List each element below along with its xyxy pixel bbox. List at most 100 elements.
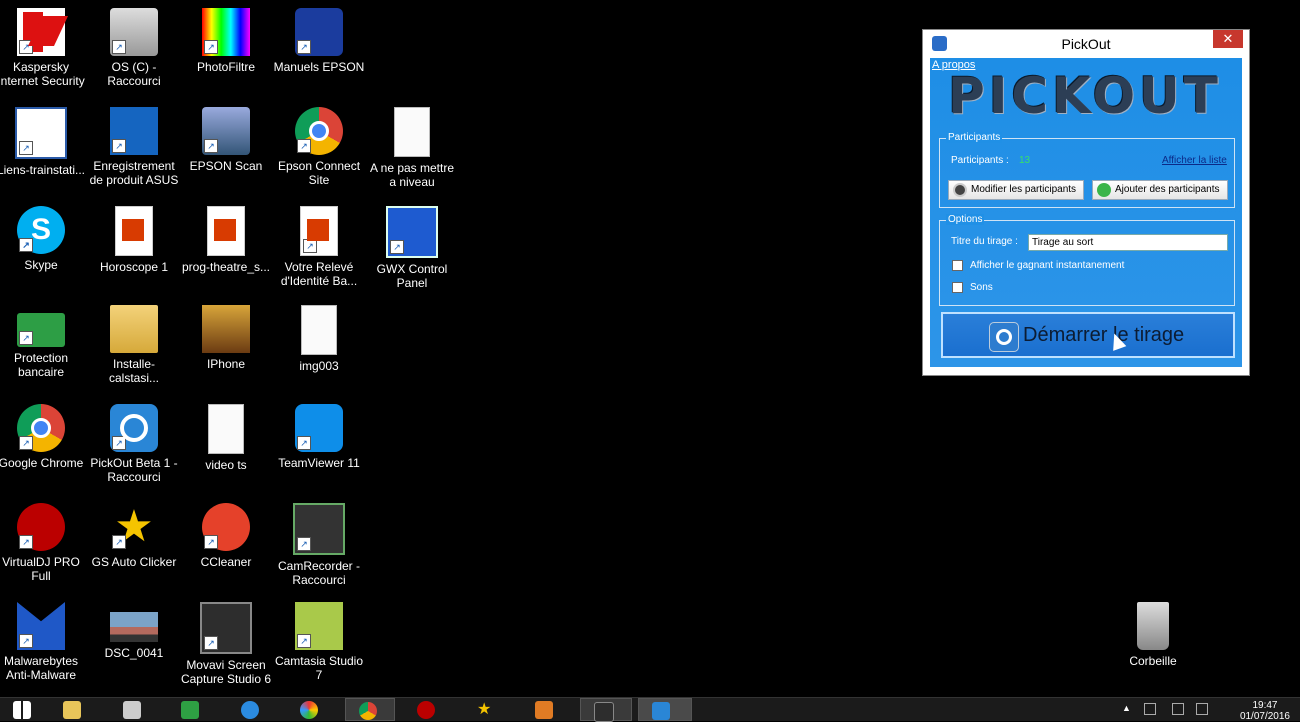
asus-icon: ↗ [110,107,158,155]
desktop-icon-epson-connect[interactable]: ↗ Epson Connect Site [273,107,365,187]
show-winner-label: Afficher le gagnant instantanement [970,260,1125,271]
desktop-icon-camrecorder[interactable]: ↗ CamRecorder - Raccourci [273,503,365,587]
window-titlebar[interactable]: PickOut ✕ [923,30,1249,58]
draw-title-input[interactable] [1028,234,1228,251]
desktop-icon-ccleaner[interactable]: ↗ CCleaner [180,503,272,569]
clock-date: 01/07/2016 [1239,711,1290,722]
desktop-icon-label: img003 [299,359,339,373]
desktop-icon-teamviewer[interactable]: ↗ TeamViewer 11 [273,404,365,470]
media-player-icon [535,701,553,719]
desktop-icon-skype[interactable]: S ↗ Skype [0,206,87,272]
taskbar-pickout[interactable] [638,698,692,721]
show-list-link[interactable]: Afficher la liste [1162,155,1227,166]
desktop-icon-label: CamRecorder - Raccourci [277,559,361,587]
participants-label: Participants : [951,155,1009,166]
chrome-icon: ↗ [17,404,65,452]
start-draw-label: Démarrer le tirage [1023,324,1185,346]
desktop-icon-malwarebytes[interactable]: ↗ Malwarebytes Anti-Malware [0,602,87,682]
image-doc-icon [301,305,337,355]
internet-explorer-icon [241,701,259,719]
pdf-icon [207,206,245,256]
desktop-icon-gwx[interactable]: ↗ GWX Control Panel [366,206,458,290]
participants-group: Participants Participants : 13 Afficher … [939,132,1235,208]
desktop-icon-img003[interactable]: img003 [273,305,365,373]
desktop-icon-os-c[interactable]: ↗ OS (C) - Raccourci [88,8,180,88]
tray-expand-icon[interactable]: ▲ [1122,703,1134,715]
desktop-icon-label: A ne pas mettre a niveau [369,161,455,189]
kaspersky-icon: ↗ [17,8,65,56]
desktop-icon-label: EPSON Scan [189,159,263,173]
desktop-icon-gs-auto-clicker[interactable]: ★ ↗ GS Auto Clicker [88,503,180,570]
desktop-icon-asus[interactable]: ↗ Enregistrement de produit ASUS [88,107,180,187]
sounds-checkbox[interactable] [952,282,963,293]
desktop-icon-liens[interactable]: ↗ Liens-trainstati... [0,107,87,177]
desktop-icon-label: Horoscope 1 [99,260,169,274]
desktop-icon-kaspersky[interactable]: ↗ Kaspersky Internet Security [0,8,87,88]
desktop-icon-releve[interactable]: ↗ Votre Relevé d'Identité Ba... [273,206,365,288]
desktop-icon-installe[interactable]: Installe-calstasi... [88,305,180,385]
desktop-icon-manuels-epson[interactable]: ↗ Manuels EPSON [273,8,365,74]
desktop-icon-label: Corbeille [1129,654,1177,668]
desktop-icon-label: Enregistrement de produit ASUS [89,159,179,187]
recycle-bin-icon [1137,602,1169,650]
desktop-icon-movavi[interactable]: ↗ Movavi Screen Capture Studio 6 [180,602,272,686]
taskbar-virtualdj[interactable] [404,698,448,721]
pickout-window: PickOut ✕ A propos PICKOUT Participants … [922,29,1250,376]
modify-participants-button[interactable]: Modifier les participants [948,180,1084,200]
photofiltre-icon: ↗ [202,8,250,56]
desktop-icon-google-chrome[interactable]: ↗ Google Chrome [0,404,87,470]
camrecorder-icon: ↗ [293,503,345,555]
taskbar-explorer[interactable] [50,698,94,721]
desktop-icon-label: Liens-trainstati... [0,163,86,177]
star-icon: ★ [477,701,492,718]
start-button[interactable] [0,698,44,721]
desktop-icon-a-ne-pas[interactable]: A ne pas mettre a niveau [366,107,458,189]
clock[interactable]: 19:47 01/07/2016 [1240,700,1290,722]
desktop-icon-iphone[interactable]: IPhone [180,305,272,371]
epson-manual-icon: ↗ [295,8,343,56]
pickout-icon: ↗ [110,404,158,452]
usb-icon[interactable] [1144,703,1156,715]
taskbar-media[interactable] [522,698,566,721]
power-icon[interactable] [1172,703,1184,715]
add-participants-button[interactable]: Ajouter des participants [1092,180,1228,200]
desktop-icon-horoscope[interactable]: Horoscope 1 [88,206,180,274]
taskbar-chrome[interactable] [345,698,395,721]
desktop-icon-pickout[interactable]: ↗ PickOut Beta 1 - Raccourci [88,404,180,484]
desktop-icon-dsc[interactable]: DSC_0041 [88,602,180,660]
close-button[interactable]: ✕ [1213,30,1243,48]
ccleaner-icon: ↗ [202,503,250,551]
desktop-icon-prog-theatre[interactable]: prog-theatre_s... [180,206,272,274]
participants-count: 13 [1019,155,1031,166]
plus-icon [1097,183,1111,197]
start-draw-button[interactable]: Démarrer le tirage [941,312,1235,358]
desktop-icon-label: TeamViewer 11 [278,456,360,470]
desktop-icon-video-ts[interactable]: video ts [180,404,272,472]
sounds-label: Sons [970,282,993,293]
taskbar-app-picasa[interactable] [287,698,331,721]
taskbar-ie[interactable] [228,698,272,721]
text-doc-icon [208,404,244,454]
modify-participants-label: Modifier les participants [971,184,1077,195]
taskbar-gs-auto-clicker[interactable]: ★ [464,698,508,721]
desktop-icon-label: IPhone [206,357,246,371]
network-icon[interactable] [1196,703,1208,715]
desktop-icon-epson-scan[interactable]: ↗ EPSON Scan [180,107,272,173]
virtualdj-icon [417,701,435,719]
desktop-icon-label: Skype [24,258,58,272]
desktop-icon-label: Installe-calstasi... [108,357,159,385]
options-legend: Options [946,214,985,225]
desktop-icon-camtasia[interactable]: ↗ Camtasia Studio 7 [273,602,365,682]
desktop-icon-virtualdj[interactable]: ↗ VirtualDJ PRO Full [0,503,87,583]
windows-icon [13,701,31,719]
gwx-icon: ↗ [386,206,438,258]
desktop-icon-photofiltre[interactable]: ↗ PhotoFiltre [180,8,272,74]
desktop-icon-protection-bancaire[interactable]: ↗ Protection bancaire [0,305,87,379]
desktop-icon-corbeille[interactable]: Corbeille [1107,602,1199,668]
window-body: A propos PICKOUT Participants Participan… [930,58,1242,367]
taskbar-store[interactable] [168,698,212,721]
show-winner-checkbox[interactable] [952,260,963,271]
skype-icon: S ↗ [17,206,65,254]
taskbar-app-notes[interactable] [110,698,154,721]
taskbar-movavi[interactable] [580,698,632,722]
